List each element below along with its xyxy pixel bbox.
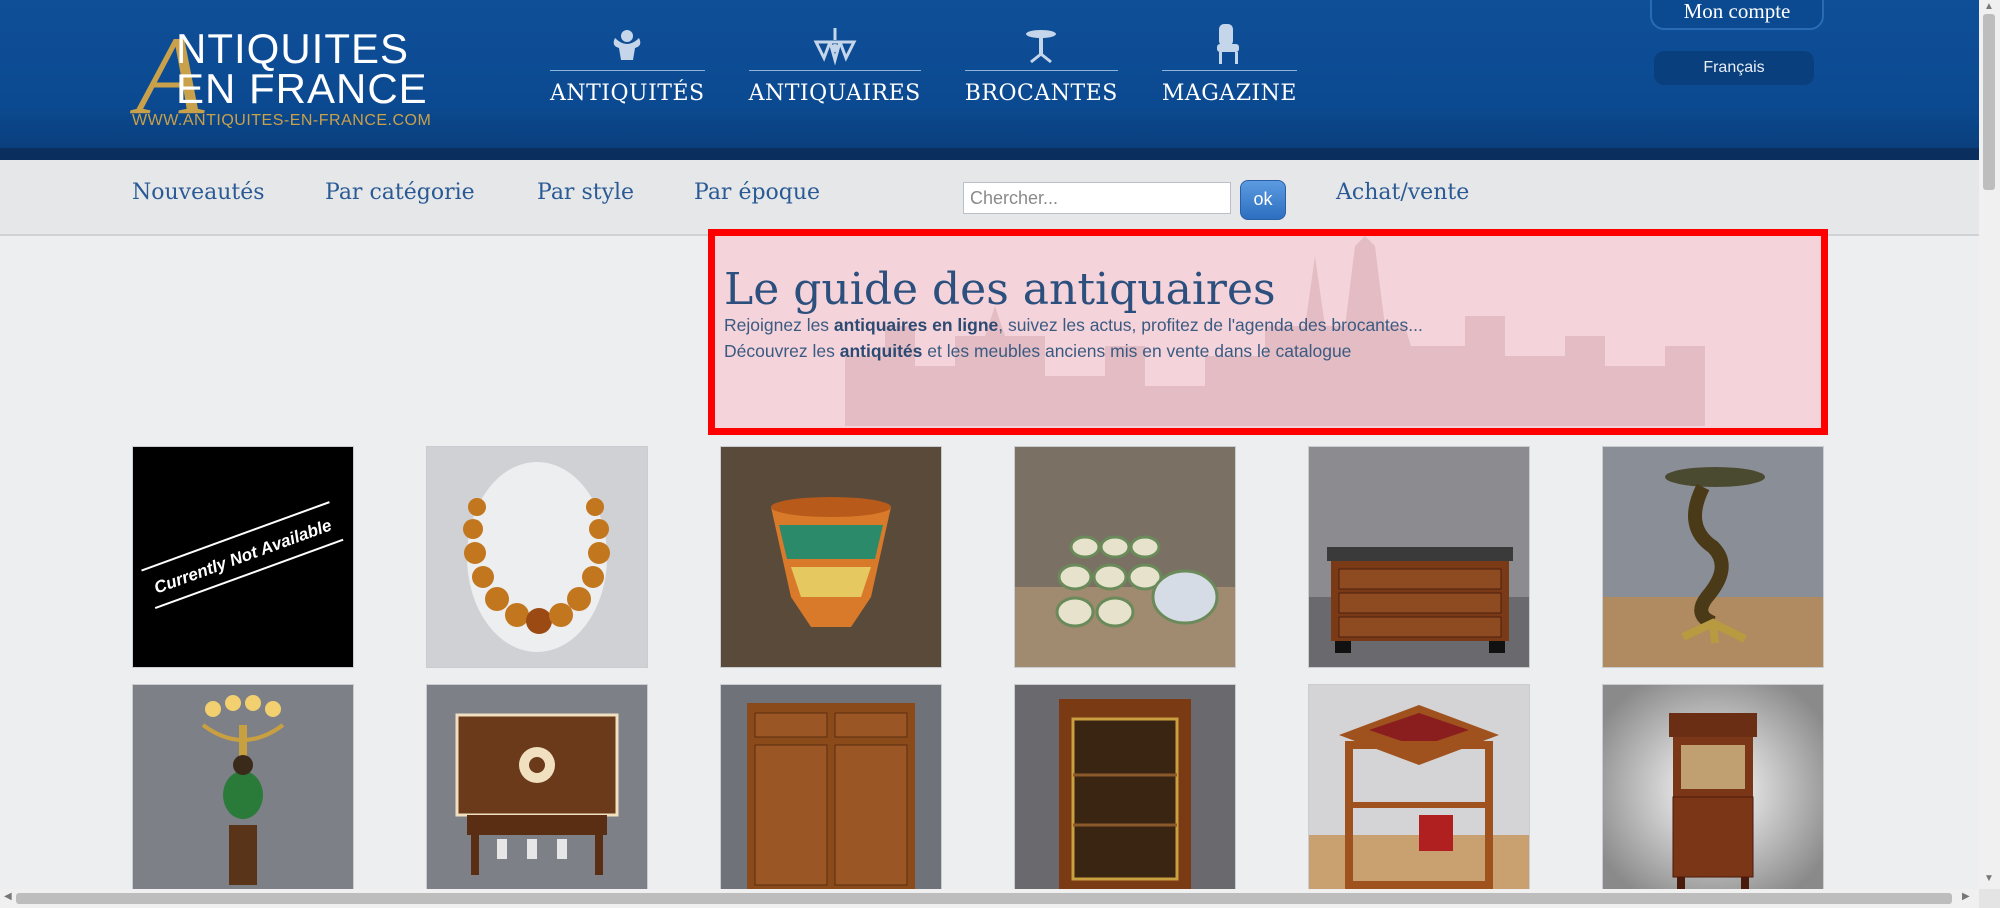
- nav-antiquites[interactable]: ANTIQUITÉS: [550, 22, 705, 106]
- logo-line-2: EN FRANCE: [176, 65, 428, 112]
- cherub-icon: [550, 22, 705, 66]
- hero-line-1-post: , suivez les actus, profitez de l'agenda…: [998, 315, 1423, 335]
- hero-line-1-pre: Rejoignez les: [724, 315, 834, 335]
- scroll-down-icon[interactable]: ▼: [1984, 873, 1994, 884]
- scroll-up-icon[interactable]: ▲: [1984, 1, 1994, 12]
- nav-rule: [748, 70, 921, 71]
- scroll-left-icon[interactable]: ◀: [4, 891, 12, 902]
- horizontal-scrollbar[interactable]: ◀ ▶: [0, 889, 1979, 908]
- nav-label: ANTIQUAIRES: [748, 81, 921, 106]
- vertical-scrollbar[interactable]: ▲ ▼: [1979, 0, 2000, 889]
- nav-rule: [1161, 70, 1297, 71]
- product-candelabra-statue[interactable]: [132, 684, 354, 906]
- product-inlaid-cabinet[interactable]: [426, 684, 648, 906]
- product-glass-vitrine[interactable]: [1014, 684, 1236, 906]
- product-amber-necklace[interactable]: [426, 446, 648, 668]
- subnav-par-style[interactable]: Par style: [537, 180, 634, 205]
- product-chest-of-drawers[interactable]: [1308, 446, 1530, 668]
- language-selector[interactable]: Français: [1654, 51, 1814, 85]
- horizontal-scroll-thumb[interactable]: [16, 893, 1952, 904]
- nav-rule: [964, 70, 1118, 71]
- nav-rule: [550, 70, 705, 71]
- scroll-right-icon[interactable]: ▶: [1962, 891, 1970, 902]
- sub-nav: Nouveautés Par catégorie Par style Par é…: [0, 160, 1979, 236]
- hero-line-2: Découvrez les antiquités et les meubles …: [724, 341, 1351, 362]
- nav-label: MAGAZINE: [1161, 81, 1297, 106]
- table-icon: [965, 22, 1118, 66]
- scrollbar-corner: [1979, 889, 2000, 908]
- chandelier-icon: [749, 22, 921, 66]
- subnav-par-categorie[interactable]: Par catégorie: [325, 180, 475, 205]
- product-gilded-pedestal-table[interactable]: [1602, 446, 1824, 668]
- hero-banner: Le guide des antiquaires Rejoignez les a…: [708, 229, 1828, 435]
- nav-magazine[interactable]: MAGAZINE: [1161, 22, 1297, 106]
- subnav-nouveautes[interactable]: Nouveautés: [132, 180, 265, 205]
- product-ceramic-vase[interactable]: [720, 446, 942, 668]
- product-revolving-bookcase[interactable]: [1308, 684, 1530, 906]
- nav-label: BROCANTES: [964, 81, 1118, 106]
- search-input[interactable]: [963, 182, 1231, 214]
- hero-line-1-bold[interactable]: antiquaires en ligne: [834, 315, 998, 335]
- subnav-achat-vente[interactable]: Achat/vente: [1336, 180, 1469, 205]
- product-ceramic-cups-set[interactable]: [1014, 446, 1236, 668]
- nav-label: ANTIQUITÉS: [550, 81, 705, 106]
- product-secretaire-desk[interactable]: [1602, 684, 1824, 906]
- search-ok-button[interactable]: ok: [1240, 180, 1286, 220]
- hero-title: Le guide des antiquaires: [724, 264, 1276, 315]
- hero-line-2-pre: Découvrez les: [724, 341, 840, 361]
- hero-line-2-bold[interactable]: antiquités: [840, 341, 923, 361]
- vertical-scroll-thumb[interactable]: [1983, 14, 1995, 190]
- hero-line-1: Rejoignez les antiquaires en ligne, suiv…: [724, 315, 1423, 336]
- product-wooden-buffet[interactable]: [720, 684, 942, 906]
- hero-line-2-post: et les meubles anciens mis en vente dans…: [922, 341, 1352, 361]
- subnav-par-epoque[interactable]: Par époque: [694, 180, 820, 205]
- chair-icon: [1162, 22, 1297, 66]
- nav-brocantes[interactable]: BROCANTES: [964, 22, 1118, 106]
- site-logo[interactable]: A NTIQUITES EN FRANCE WWW.ANTIQUITES-EN-…: [132, 20, 442, 132]
- main-nav: ANTIQUITÉS ANTIQUAIRES BROCANTES MAGAZIN…: [550, 22, 1341, 106]
- site-header: A NTIQUITES EN FRANCE WWW.ANTIQUITES-EN-…: [0, 0, 1979, 160]
- account-button[interactable]: Mon compte: [1650, 0, 1824, 30]
- nav-antiquaires[interactable]: ANTIQUAIRES: [748, 22, 921, 106]
- logo-url: WWW.ANTIQUITES-EN-FRANCE.COM: [132, 112, 432, 129]
- product-not-available[interactable]: Currently Not Available: [132, 446, 354, 668]
- logo-line-1: NTIQUITES: [176, 25, 410, 72]
